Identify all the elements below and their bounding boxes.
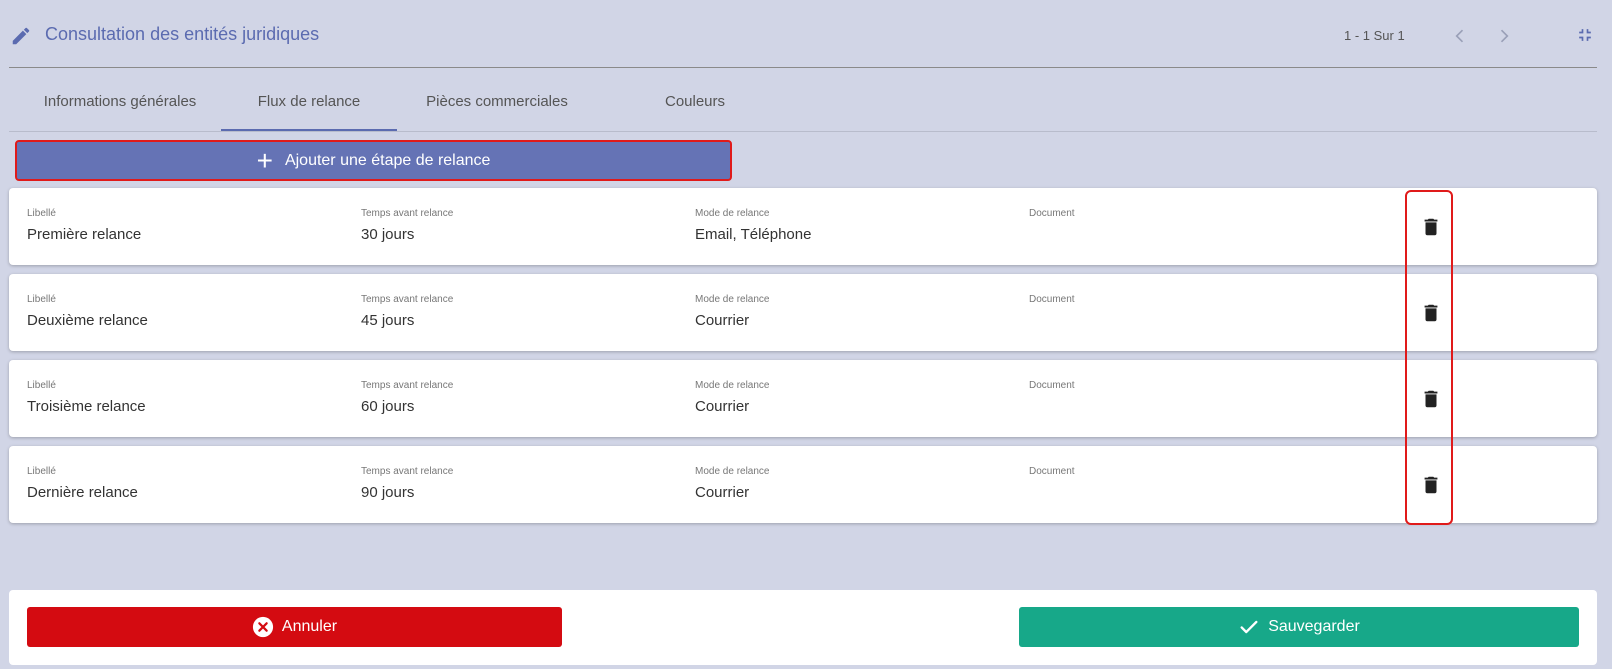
relance-row: Libellé Dernière relance Temps avant rel… <box>9 446 1597 523</box>
document-label: Document <box>1029 380 1075 391</box>
temps-label: Temps avant relance <box>361 466 454 477</box>
chevron-left-icon[interactable] <box>1450 26 1470 46</box>
temps-field[interactable]: Temps avant relance 90 jours <box>361 466 453 502</box>
libelle-value: Première relance <box>27 226 142 243</box>
mode-value: Courrier <box>695 484 750 501</box>
libelle-value: Troisième relance <box>27 398 146 415</box>
collapse-icon[interactable] <box>1575 25 1595 45</box>
temps-label: Temps avant relance <box>361 294 454 305</box>
document-label: Document <box>1029 208 1075 219</box>
libelle-label: Libellé <box>27 208 56 219</box>
check-icon <box>1238 616 1260 638</box>
mode-label: Mode de relance <box>695 380 770 391</box>
save-button[interactable]: Sauvegarder <box>1019 607 1579 647</box>
temps-value: 60 jours <box>361 398 415 415</box>
page-title: Consultation des entités juridiques <box>45 24 320 44</box>
pencil-icon <box>12 27 30 45</box>
tabs-divider <box>9 131 1597 132</box>
libelle-field[interactable]: Libellé Deuxième relance <box>27 294 148 330</box>
relance-row: Libellé Troisième relance Temps avant re… <box>9 360 1597 437</box>
document-field[interactable]: Document <box>1029 466 1075 484</box>
mode-value: Courrier <box>695 398 750 415</box>
libelle-value: Deuxième relance <box>27 312 148 329</box>
relance-row: Libellé Deuxième relance Temps avant rel… <box>9 274 1597 351</box>
temps-label: Temps avant relance <box>361 208 454 219</box>
temps-field[interactable]: Temps avant relance 30 jours <box>361 208 453 244</box>
trash-icon[interactable] <box>1420 473 1442 497</box>
tab-couleurs[interactable]: Couleurs <box>597 80 793 130</box>
tab-pieces-commerciales[interactable]: Pièces commerciales <box>397 80 597 130</box>
relance-row: Libellé Première relance Temps avant rel… <box>9 188 1597 265</box>
tab-flux-de-relance[interactable]: Flux de relance <box>221 80 397 130</box>
footer-bar: Annuler Sauvegarder <box>9 590 1597 665</box>
temps-label: Temps avant relance <box>361 380 454 391</box>
plus-icon: + <box>256 144 273 176</box>
temps-field[interactable]: Temps avant relance 60 jours <box>361 380 453 416</box>
save-button-label: Sauvegarder <box>1268 618 1360 635</box>
document-field[interactable]: Document <box>1029 294 1075 312</box>
add-step-button[interactable]: + Ajouter une étape de relance <box>15 140 732 181</box>
temps-value: 30 jours <box>361 226 415 243</box>
header-divider <box>9 67 1597 68</box>
cancel-button[interactable]: Annuler <box>27 607 562 647</box>
mode-field[interactable]: Mode de relance Courrier <box>695 380 770 416</box>
document-label: Document <box>1029 466 1075 477</box>
libelle-field[interactable]: Libellé Troisième relance <box>27 380 146 416</box>
libelle-label: Libellé <box>27 380 56 391</box>
trash-icon[interactable] <box>1420 387 1442 411</box>
cancel-button-label: Annuler <box>281 618 338 635</box>
temps-value: 90 jours <box>361 484 415 501</box>
document-label: Document <box>1029 294 1075 305</box>
tab-informations-generales[interactable]: Informations générales <box>19 80 221 130</box>
mode-field[interactable]: Mode de relance Email, Téléphone <box>695 208 811 244</box>
mode-value: Email, Téléphone <box>695 226 812 243</box>
mode-label: Mode de relance <box>695 208 770 219</box>
libelle-label: Libellé <box>27 294 56 305</box>
libelle-field[interactable]: Libellé Dernière relance <box>27 466 138 502</box>
mode-field[interactable]: Mode de relance Courrier <box>695 466 770 502</box>
libelle-field[interactable]: Libellé Première relance <box>27 208 141 244</box>
mode-field[interactable]: Mode de relance Courrier <box>695 294 770 330</box>
document-field[interactable]: Document <box>1029 380 1075 398</box>
document-field[interactable]: Document <box>1029 208 1075 226</box>
libelle-label: Libellé <box>27 466 56 477</box>
chevron-right-icon[interactable] <box>1494 26 1514 46</box>
close-circle-icon <box>252 616 274 638</box>
mode-label: Mode de relance <box>695 466 770 477</box>
temps-field[interactable]: Temps avant relance 45 jours <box>361 294 453 330</box>
temps-value: 45 jours <box>361 312 415 329</box>
trash-icon[interactable] <box>1420 215 1442 239</box>
mode-value: Courrier <box>695 312 750 329</box>
mode-label: Mode de relance <box>695 294 770 305</box>
libelle-value: Dernière relance <box>27 484 138 501</box>
pagination-text: 1 - 1 Sur 1 <box>1344 28 1405 43</box>
add-step-button-label: Ajouter une étape de relance <box>284 151 491 169</box>
page-header: Consultation des entités juridiques 1 - … <box>0 0 1612 68</box>
trash-icon[interactable] <box>1420 301 1442 325</box>
tab-bar: Informations générales Flux de relance P… <box>9 80 1597 132</box>
